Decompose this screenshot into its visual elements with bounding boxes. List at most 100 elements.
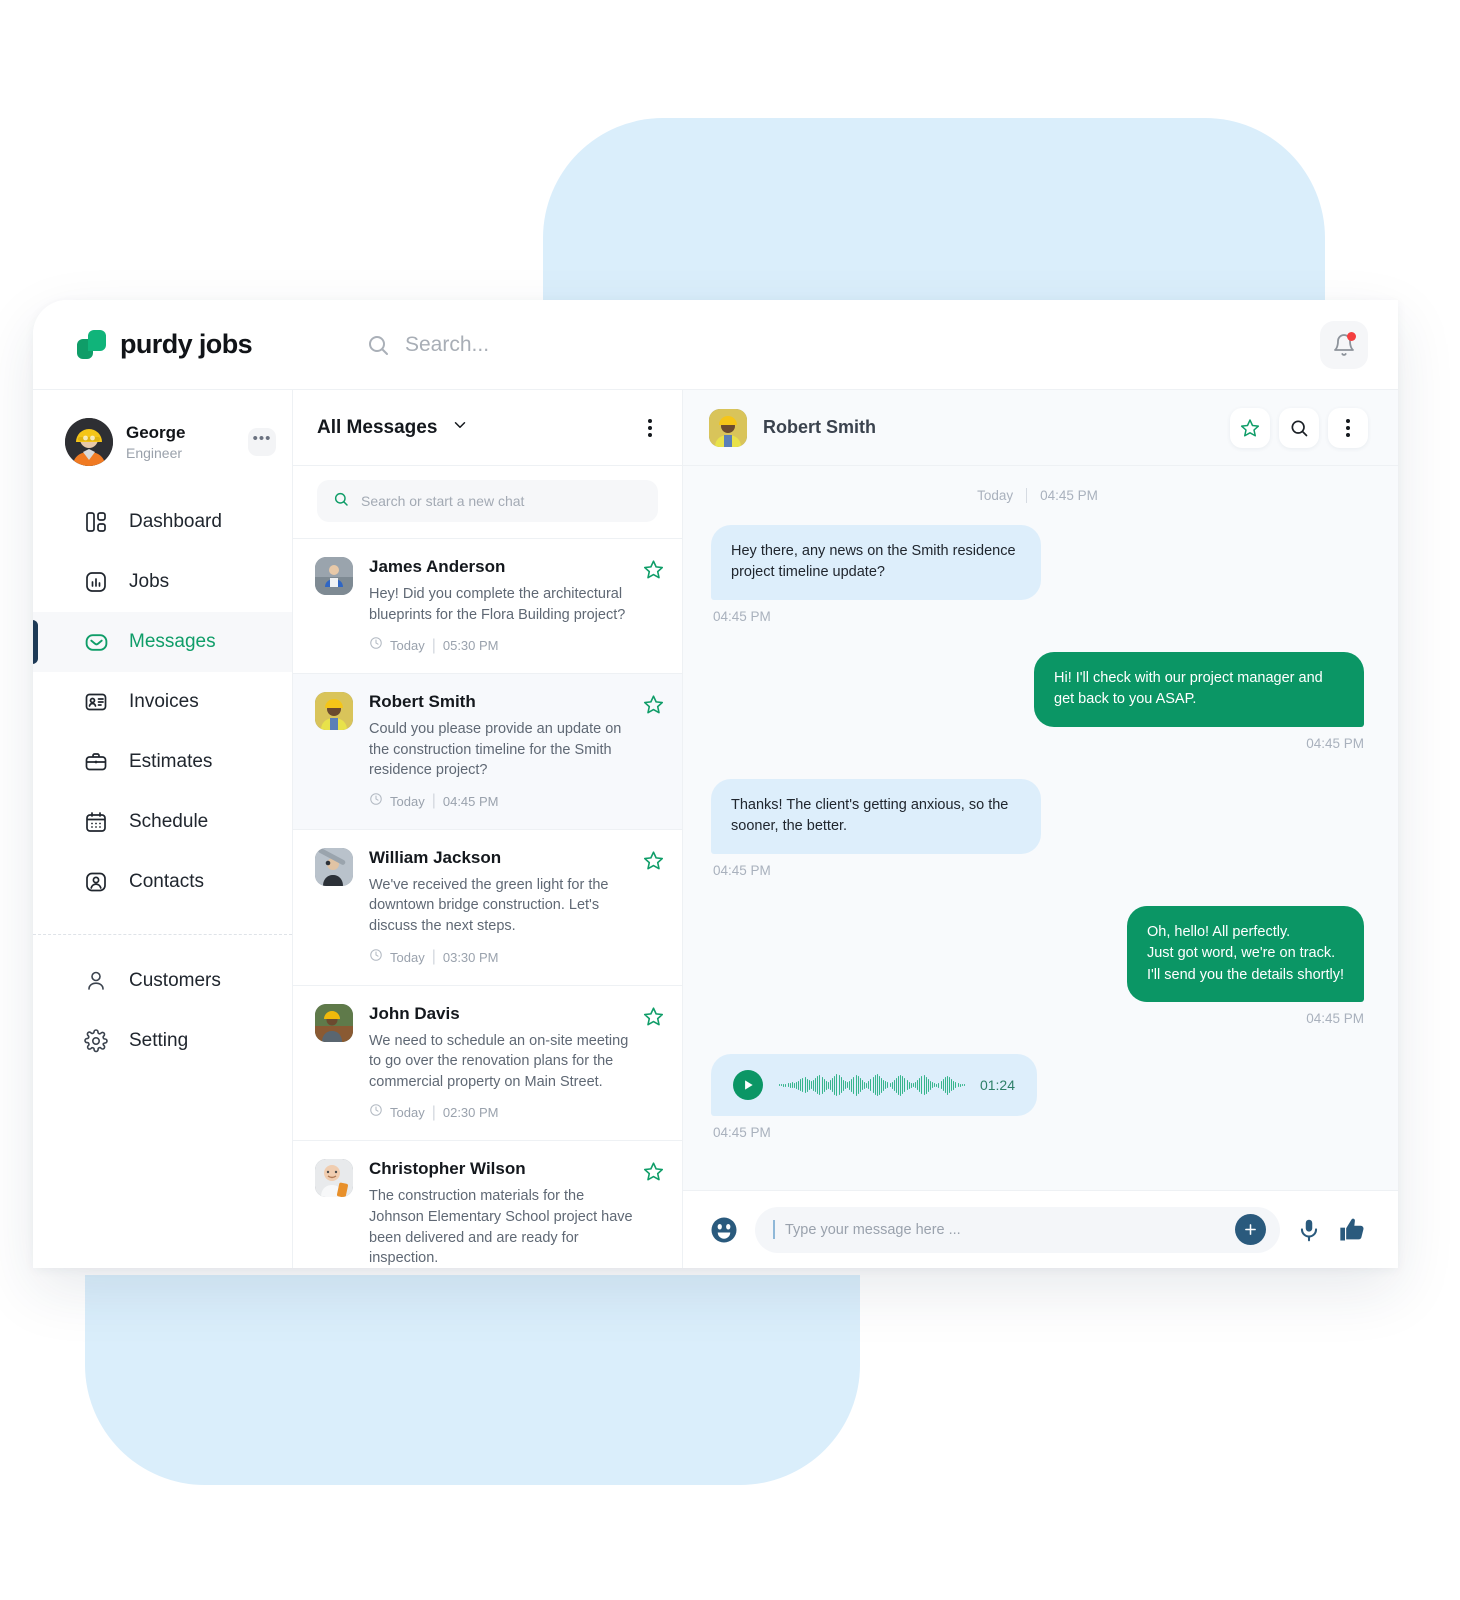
message-filter-dropdown[interactable]: All Messages <box>317 416 469 439</box>
timestamp-day: Today <box>390 949 425 965</box>
message-input[interactable]: Type your message here ... <box>755 1206 1280 1253</box>
message-bubble-row: Oh, hello! All perfectly. Just got word,… <box>711 905 1364 1027</box>
chat-daystamp: Today 04:45 PM <box>711 488 1364 503</box>
avatar <box>315 847 353 886</box>
timestamp-separator: | <box>431 948 436 966</box>
message-input-placeholder: Type your message here ... <box>785 1221 961 1238</box>
clock-icon <box>369 1103 383 1122</box>
global-search-placeholder: Search... <box>405 332 490 356</box>
invoice-card-icon <box>83 689 109 715</box>
star-icon[interactable] <box>643 694 664 720</box>
user-icon <box>83 968 109 994</box>
timestamp: Today | 02:30 PM <box>369 1103 634 1122</box>
dashboard-icon <box>83 509 109 535</box>
user-profile[interactable]: George Engineer ••• <box>33 404 292 484</box>
sidebar-item-label: Customers <box>129 970 221 991</box>
emoji-icon[interactable] <box>709 1215 739 1245</box>
sidebar-item-messages[interactable]: Messages <box>33 612 292 672</box>
message-bubble[interactable]: Hi! I'll check with our project manager … <box>1034 651 1364 727</box>
thumbs-up-icon <box>1340 1218 1364 1240</box>
sidebar-item-schedule[interactable]: Schedule <box>33 792 292 852</box>
chat-stream: Today 04:45 PM Hey there, any news on th… <box>683 466 1398 1190</box>
voice-message-bubble[interactable]: 01:24 <box>711 1054 1037 1117</box>
message-snippet: We've received the green light for the d… <box>369 876 609 935</box>
profile-text: George Engineer <box>126 422 235 461</box>
sidebar-item-label: Invoices <box>129 691 199 712</box>
message-time: 04:45 PM <box>713 608 771 624</box>
voice-record-button[interactable] <box>1296 1217 1322 1243</box>
chat-actions <box>1230 407 1368 448</box>
message-bubble[interactable]: Hey there, any news on the Smith residen… <box>711 525 1041 600</box>
timestamp-time: 02:30 PM <box>442 1105 499 1121</box>
list-item[interactable]: James Anderson Hey! Did you complete the… <box>293 538 682 673</box>
star-icon[interactable] <box>643 1161 664 1187</box>
sidebar-item-dashboard[interactable]: Dashboard <box>33 492 292 552</box>
chat-search-wrap: Search or start a new chat <box>293 466 682 538</box>
clock-icon <box>369 792 383 811</box>
chat-search-input[interactable]: Search or start a new chat <box>317 480 658 522</box>
chat-search-button[interactable] <box>1279 407 1319 448</box>
message-composer: Type your message here ... <box>683 1190 1398 1268</box>
brand[interactable]: purdy jobs <box>77 329 331 360</box>
chat-peer[interactable]: Robert Smith <box>709 408 876 447</box>
message-list-menu-button[interactable] <box>644 415 656 441</box>
search-icon <box>1291 420 1308 436</box>
profile-more-button[interactable]: ••• <box>248 428 276 456</box>
message-snippet: The construction materials for the Johns… <box>369 1188 633 1267</box>
list-item[interactable]: William Jackson We've received the green… <box>293 828 682 985</box>
contact-name: James Anderson <box>369 557 506 576</box>
avatar <box>65 418 113 466</box>
profile-name: George <box>126 423 186 443</box>
sidebar-item-contacts[interactable]: Contacts <box>33 852 292 912</box>
sidebar-item-jobs[interactable]: Jobs <box>33 552 292 612</box>
message-bubble[interactable]: Thanks! The client's getting anxious, so… <box>711 778 1041 854</box>
star-icon[interactable] <box>643 1006 664 1032</box>
search-icon <box>333 491 349 512</box>
sidebar-item-label: Dashboard <box>129 511 222 532</box>
star-icon <box>1240 418 1260 436</box>
timestamp: Today | 05:30 PM <box>369 636 634 655</box>
notification-badge <box>1347 331 1356 341</box>
message-list-panel: All Messages Search or start a new chat <box>293 390 683 1268</box>
global-search[interactable]: Search... <box>331 333 1320 357</box>
avatar <box>315 1159 353 1198</box>
jobs-icon <box>83 569 109 595</box>
brand-name: purdy jobs <box>120 329 253 359</box>
timestamp-separator: | <box>431 792 436 810</box>
thumbs-up-button[interactable] <box>1338 1216 1366 1244</box>
attach-button[interactable] <box>1235 1214 1266 1245</box>
favorite-button[interactable] <box>1230 407 1270 448</box>
calendar-icon <box>83 809 109 835</box>
profile-role: Engineer <box>126 444 183 461</box>
message-list-header: All Messages <box>293 390 682 466</box>
star-icon[interactable] <box>643 850 664 876</box>
sidebar-item-label: Contacts <box>129 871 204 892</box>
message-filter-label: All Messages <box>317 416 438 438</box>
message-bubble[interactable]: Oh, hello! All perfectly. Just got word,… <box>1126 905 1364 1003</box>
contact-name: Christopher Wilson <box>369 1159 526 1179</box>
sidebar-item-setting[interactable]: Setting <box>33 1011 292 1071</box>
play-icon[interactable] <box>733 1070 763 1101</box>
plus-icon <box>1245 1224 1256 1235</box>
backdrop-shape-bottom <box>85 1275 860 1485</box>
sidebar: George Engineer ••• Dashboard Jobs Messa… <box>33 390 293 1268</box>
contact-name: John Davis <box>369 1003 460 1023</box>
sidebar-item-invoices[interactable]: Invoices <box>33 672 292 732</box>
notifications-button[interactable] <box>1320 320 1368 369</box>
top-bar: purdy jobs Search... <box>33 300 1398 390</box>
audio-waveform[interactable] <box>779 1072 965 1098</box>
voice-duration: 01:24 <box>979 1077 1015 1094</box>
envelope-icon <box>83 629 109 655</box>
timestamp-day: Today <box>390 1105 425 1121</box>
star-icon[interactable] <box>643 559 664 585</box>
primary-nav: Dashboard Jobs Messages Invoices Estimat… <box>33 484 292 1071</box>
chat-menu-button[interactable] <box>1328 407 1368 448</box>
list-item[interactable]: Robert Smith Could you please provide an… <box>293 673 682 829</box>
list-item[interactable]: John Davis We need to schedule an on-sit… <box>293 984 682 1141</box>
voice-message-row: 01:24 04:45 PM <box>711 1054 1364 1140</box>
list-item[interactable]: Christopher Wilson The construction mate… <box>293 1140 682 1268</box>
sidebar-item-estimates[interactable]: Estimates <box>33 732 292 792</box>
sidebar-item-customers[interactable]: Customers <box>33 951 292 1011</box>
message-time: 04:45 PM <box>1306 1011 1364 1027</box>
sidebar-item-label: Schedule <box>129 811 209 832</box>
